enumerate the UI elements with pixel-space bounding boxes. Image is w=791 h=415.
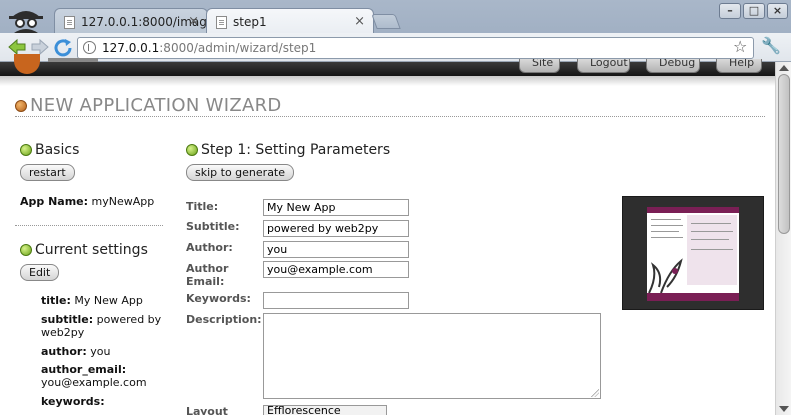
- page-icon: [64, 16, 75, 29]
- skip-to-generate-button[interactable]: skip to generate: [186, 164, 295, 181]
- bullet-icon: [186, 144, 198, 156]
- title-input[interactable]: [263, 199, 409, 216]
- scrollbar-thumb[interactable]: [778, 74, 790, 234]
- author-email-input[interactable]: [263, 261, 409, 278]
- tab-step1[interactable]: step1 ×: [206, 8, 374, 36]
- scroll-down-icon[interactable]: [779, 406, 789, 412]
- page-icon: [83, 41, 96, 54]
- setting-author-email-value: you@example.com: [41, 376, 147, 389]
- bullet-icon: [20, 144, 32, 156]
- nav-logout[interactable]: Logout: [577, 59, 630, 73]
- author-email-label: Author Email:: [186, 262, 229, 288]
- title-label: Title:: [186, 200, 219, 213]
- setting-title: title: My New App: [41, 294, 143, 307]
- address-bar[interactable]: 127.0.0.1:8000/admin/wizard/step1: [77, 37, 754, 59]
- setting-subtitle: subtitle: powered by: [41, 313, 162, 326]
- new-tab-button[interactable]: [371, 14, 401, 29]
- star-icon[interactable]: ☆: [733, 37, 747, 56]
- nav-site[interactable]: Site: [519, 59, 560, 73]
- keywords-input[interactable]: [263, 292, 409, 309]
- subtitle-label: Subtitle:: [186, 220, 240, 233]
- keywords-label: Keywords:: [186, 292, 251, 305]
- site-logo: [14, 54, 40, 74]
- minimize-button[interactable]: –: [719, 3, 741, 19]
- title-divider: [15, 116, 765, 117]
- layout-label: Layout: [186, 405, 228, 415]
- browser-toolbar: 127.0.0.1:8000/admin/wizard/step1: [0, 33, 791, 62]
- current-settings-heading: Current settings: [20, 242, 148, 258]
- tab-strip: 127.0.0.1:8000/images/del × step1 × – □ …: [0, 0, 791, 36]
- author-input[interactable]: [263, 241, 409, 258]
- browser-chrome: 127.0.0.1:8000/images/del × step1 × – □ …: [0, 0, 791, 62]
- site-header: Site Logout Debug Help: [0, 54, 775, 76]
- nav-debug[interactable]: Debug: [646, 59, 700, 73]
- page-icon: [216, 16, 227, 29]
- description-label: Description:: [186, 313, 262, 326]
- site-logo-text: [48, 58, 98, 62]
- close-window-button[interactable]: ×: [767, 3, 788, 19]
- incognito-icon: [9, 11, 43, 33]
- wrench-icon[interactable]: 🔧: [761, 36, 781, 55]
- sidebar-divider: [15, 225, 163, 226]
- scroll-up-icon[interactable]: [779, 65, 789, 71]
- reload-icon[interactable]: [52, 36, 74, 58]
- url-host: 127.0.0.1: [102, 41, 160, 55]
- maximize-button[interactable]: □: [743, 3, 765, 19]
- edit-button[interactable]: Edit: [20, 264, 60, 281]
- page-scrollbar[interactable]: [775, 62, 791, 415]
- setting-author: author: you: [41, 345, 111, 358]
- description-textarea[interactable]: [263, 313, 601, 399]
- page-title: NEW APPLICATION WIZARD: [15, 95, 282, 116]
- tab-label: step1: [233, 15, 267, 29]
- tab-images[interactable]: 127.0.0.1:8000/images/del ×: [54, 8, 208, 35]
- setting-keywords: keywords:: [41, 395, 105, 408]
- bullet-icon: [20, 244, 32, 256]
- app-name: App Name: myNewApp: [20, 195, 155, 208]
- layout-select[interactable]: Efflorescence: [263, 405, 387, 415]
- setting-author-email: author_email:: [41, 363, 127, 376]
- layout-preview-image: [622, 196, 764, 310]
- restart-button[interactable]: restart: [20, 164, 75, 181]
- close-tab-icon[interactable]: ×: [188, 14, 199, 29]
- header-shadow: [0, 76, 775, 86]
- subtitle-input[interactable]: [263, 220, 409, 237]
- step-heading: Step 1: Setting Parameters: [186, 142, 390, 158]
- close-tab-icon[interactable]: ×: [354, 14, 365, 29]
- author-label: Author:: [186, 241, 233, 254]
- bullet-icon: [15, 100, 27, 112]
- url-path: :8000/admin/wizard/step1: [159, 41, 317, 55]
- basics-heading: Basics: [20, 142, 79, 158]
- nav-help[interactable]: Help: [716, 59, 762, 73]
- setting-subtitle-cont: web2py: [41, 326, 85, 339]
